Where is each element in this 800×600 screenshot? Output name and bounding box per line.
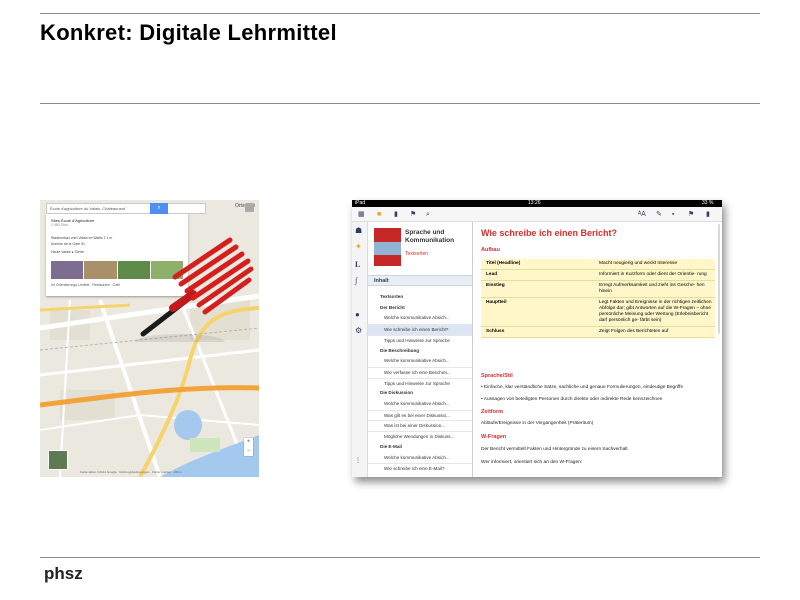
map-card-row: Haute Valais ● Sierre	[51, 250, 84, 254]
table-value-cell: Zeigt Folgen des Berichteten auf	[596, 326, 715, 338]
scroll-indicator[interactable]	[718, 224, 720, 334]
toc-item[interactable]: Was ist bei einer Diskussion...	[368, 420, 472, 431]
section-heading-zeitform: Zeitform	[481, 409, 503, 415]
ipad-screenshot: iPad 13:26 33 % ▦ ■ ▮ ⚑ ⌕ ᴬA ✎ ▪ ⚑ ▮ ☗ ✦…	[352, 200, 722, 477]
bookmark-icon[interactable]: ▮	[706, 210, 710, 219]
table-key-cell: Schluss	[481, 326, 596, 338]
home-icon[interactable]: ▦	[358, 210, 365, 219]
flag-icon[interactable]: ⚑	[688, 210, 694, 219]
map-card-row: Avenue de la Gare 91	[51, 242, 85, 246]
book-subtitle: Textsorten	[405, 251, 429, 257]
top-divider	[40, 13, 760, 14]
flag-icon[interactable]: ⚑	[410, 210, 416, 219]
marker-icon[interactable]: ✦	[355, 242, 362, 251]
table-row: Hauptteil Legt Fakten und Ereignisse in d…	[481, 297, 715, 327]
section-heading-wfragen: W-Fragen	[481, 434, 507, 440]
toc-item[interactable]: Welche kommunikative Absich...	[368, 399, 472, 410]
table-row: Einstieg Erregt Aufmerksamkeit und zieht …	[481, 280, 715, 298]
lexicon-icon[interactable]: L	[355, 260, 360, 269]
zoom-control[interactable]: + −	[244, 438, 253, 456]
toc-item[interactable]: Wie schreibe ich eine E-Mail?	[368, 463, 472, 474]
table-row: Lead Informiert in Kurzform oder dient de…	[481, 269, 715, 281]
slide-title: Konkret: Digitale Lehrmittel	[40, 20, 337, 45]
toc-item[interactable]: Wie schreibe ich einen Bericht?	[368, 324, 472, 335]
status-time: 13:26	[528, 200, 541, 206]
map-attribution: Kartendaten ©2014 Google · Nutzungsbedin…	[80, 470, 183, 474]
zoom-plus-icon[interactable]: +	[244, 438, 253, 447]
map-card-subtitle: 1 983 Sion	[51, 223, 68, 227]
globe-icon[interactable]: ●	[355, 310, 360, 319]
page-icon[interactable]: ▮	[394, 210, 398, 219]
toc-section[interactable]: Der Bericht	[368, 303, 472, 314]
map-search-button[interactable]: ⌕	[150, 203, 168, 214]
title-divider	[40, 103, 760, 104]
table-key-cell: Titel (Headline)	[481, 259, 596, 270]
settings-icon[interactable]: ⚙	[355, 326, 362, 335]
section-heading-stil: Sprache/Stil	[481, 373, 513, 379]
search-icon: ⌕	[157, 205, 161, 211]
integral-icon[interactable]: ∫	[355, 276, 357, 285]
book-title: Sprache und Kommunikation	[405, 229, 455, 244]
status-device: iPad	[355, 200, 366, 206]
app-toolbar: ▦ ■ ▮ ⚑ ⌕ ᴬA ✎ ▪ ⚑ ▮	[352, 207, 722, 222]
note-icon[interactable]: ▪	[672, 210, 674, 219]
status-battery: 33 %	[702, 200, 714, 206]
table-row: Titel (Headline) Macht neugierig und weck…	[481, 259, 715, 270]
content-heading: Wie schreibe ich einen Bericht?	[481, 228, 617, 238]
table-value-cell: Macht neugierig und weckt Interesse	[596, 259, 715, 270]
zeitform-text: Abläufe/Ereignisse in der Vergangenheit …	[481, 421, 594, 426]
toc-section[interactable]: Die E-Mail	[368, 442, 472, 453]
section-heading-aufbau: Aufbau	[481, 247, 500, 253]
toc-item[interactable]: Was gilt es bei einer Diskussio...	[368, 409, 472, 421]
footer-divider	[40, 557, 760, 558]
book-cover	[374, 228, 401, 266]
map-search-input[interactable]: École d'agriculture du Valais, Châteaune…	[46, 203, 206, 214]
side-strip: ☗ ✦ L ∫ ● ⚙ ⋮	[352, 222, 368, 477]
map-screenshot: Sites École d'Agriculture 1 983 Sion Sta…	[40, 200, 259, 477]
map-card-row: Stadtumbau vom Valais im Wallis 1 1 m	[51, 236, 113, 240]
table-key-cell: Hauptteil	[481, 297, 596, 327]
wfragen-text: Der Bericht vermittelt Fakten und Hinter…	[481, 447, 629, 452]
toc-item[interactable]: Welche kommunikative Absich...	[368, 313, 472, 324]
footer-logo: phsz	[44, 564, 83, 583]
toc-section[interactable]: Textsorten	[368, 292, 472, 303]
satellite-toggle[interactable]	[48, 450, 68, 470]
bookmark-icon[interactable]: ■	[377, 210, 381, 219]
toc-item[interactable]: Tipps und Hinweise zur Sprache	[368, 377, 472, 389]
pen-icon[interactable]: ✎	[656, 210, 662, 219]
table-value-cell: Informiert in Kurzform oder dient der Or…	[596, 269, 715, 281]
toc-item[interactable]: Wie verfasse ich eine Beschrei...	[368, 366, 472, 378]
table-key-cell: Lead	[481, 269, 596, 281]
ios-status-bar: iPad 13:26 33 %	[352, 200, 722, 207]
font-size-icon[interactable]: ᴬA	[638, 210, 646, 219]
stil-bullet: • Aussagen von beteiligten Personen durc…	[481, 397, 663, 402]
wfragen-text: Wer informiert, orientiert sich an den W…	[481, 460, 583, 465]
table-row: Schluss Zeigt Folgen des Berichteten auf	[481, 326, 715, 338]
toc-section[interactable]: Die Beschreibung	[368, 346, 472, 357]
zoom-minus-icon[interactable]: −	[244, 447, 253, 456]
stil-bullet: • Einfache, klar verständliche Sätze, sa…	[481, 385, 684, 390]
table-value-cell: Legt Fakten und Ereignisse in der richti…	[596, 297, 715, 327]
map-pin-icon	[135, 237, 254, 342]
table-value-cell: Erregt Aufmerksamkeit und zieht ins Gesc…	[596, 280, 715, 298]
table-key-cell: Einstieg	[481, 280, 596, 298]
toc-item[interactable]: Welche kommunikative Absich...	[368, 356, 472, 367]
toc-item[interactable]: Welche kommunikative Absich...	[368, 453, 472, 464]
avatar[interactable]	[245, 203, 254, 212]
toc-item[interactable]: Tipps und Hinweise zur Sprache	[368, 334, 472, 346]
search-icon[interactable]: ⌕	[426, 210, 430, 219]
toc-item[interactable]: Mögliche Wendungen in Diskuss...	[368, 431, 472, 442]
toc-header[interactable]: Inhalt	[368, 275, 472, 286]
map-card-tips[interactable]: Ihr Orientierungs-Umfeld · Restaurant · …	[51, 283, 120, 287]
toc-section[interactable]: Die Diskussion	[368, 388, 472, 399]
toc-panel: Sprache und Kommunikation Textsorten Inh…	[368, 222, 473, 477]
more-icon[interactable]: ⋮	[355, 457, 361, 464]
library-icon[interactable]: ☗	[355, 226, 362, 235]
content-pane: Wie schreibe ich einen Bericht? Aufbau T…	[473, 222, 722, 477]
structure-table: Titel (Headline) Macht neugierig und weck…	[481, 259, 715, 338]
